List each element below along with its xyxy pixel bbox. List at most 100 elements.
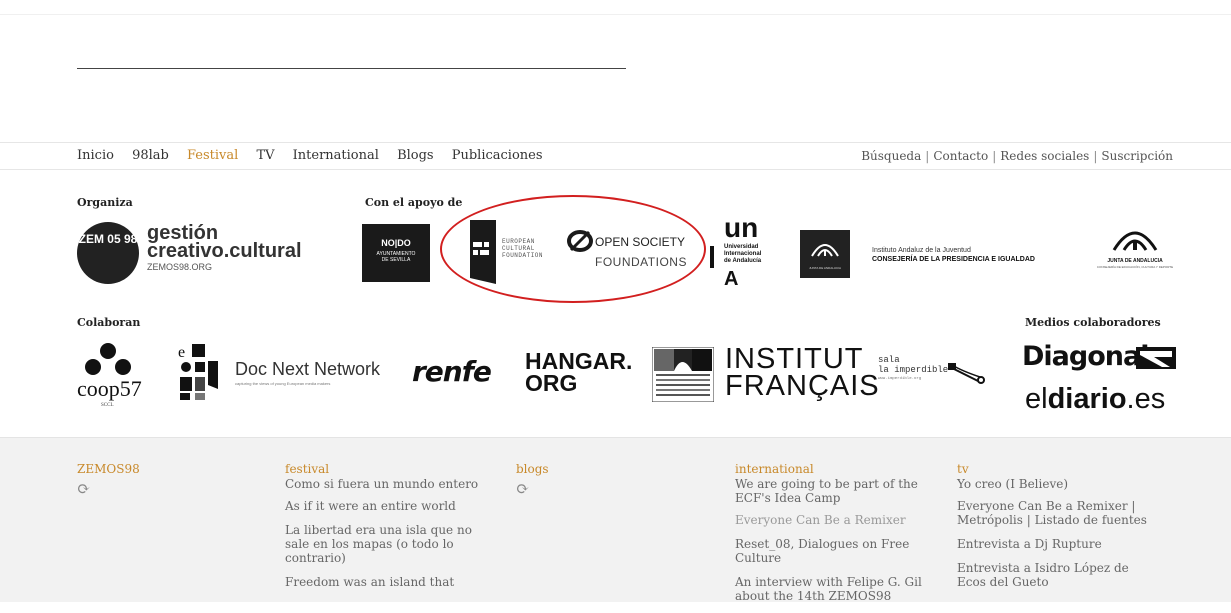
footer-heading-zemos98[interactable]: ZEMOS98 xyxy=(77,462,227,476)
footer-link[interactable]: Entrevista a Isidro López de Ecos del Gu… xyxy=(957,561,1152,589)
nav-item-publicaciones[interactable]: Publicaciones xyxy=(452,148,543,163)
hangar-line2: ORG xyxy=(525,370,578,396)
coop-dot-icon xyxy=(85,359,101,375)
footer-heading-international[interactable]: international xyxy=(735,462,930,476)
unia-letter: A xyxy=(724,268,739,290)
junta-arch-icon xyxy=(811,244,839,257)
nav-item-tv[interactable]: TV xyxy=(256,148,274,163)
eldiario-diario: diario xyxy=(1047,383,1127,415)
zemos-badge: ZEM 05 98 xyxy=(77,222,139,284)
diagonal-flag-icon xyxy=(1136,347,1176,369)
footer-col-tv: tv Yo creo (I Believe) Everyone Can Be a… xyxy=(957,462,1152,599)
refresh-icon[interactable]: ⟳ xyxy=(516,481,666,497)
instituto-line2: CONSEJERÍA DE LA PRESIDENCIA E IGUALDAD xyxy=(872,256,1035,263)
instituto-logo[interactable]: Instituto Andaluz de la Juventud CONSEJE… xyxy=(872,247,1072,273)
nav-item-inicio[interactable]: Inicio xyxy=(77,148,114,163)
institut-francais-logo[interactable]: INSTITUT FRANÇAIS xyxy=(725,343,880,402)
footer-link[interactable]: An interview with Felipe G. Gil about th… xyxy=(735,575,930,603)
unia-line1: Universidad xyxy=(724,244,759,250)
footer-link[interactable]: Everyone Can Be a Remixer xyxy=(735,513,930,527)
top-divider xyxy=(0,14,1231,15)
nav-item-blogs[interactable]: Blogs xyxy=(397,148,434,163)
hangar-line1: HANGAR. xyxy=(525,348,633,374)
nodo-line1: NO|DO xyxy=(381,238,411,248)
footer-col-festival: festival Como si fuera un mundo entero A… xyxy=(285,462,480,599)
eldiario-el: el xyxy=(1025,383,1048,415)
zemos98-logo[interactable]: ZEM 05 98 gestión creativo.cultural ZEMO… xyxy=(77,222,302,284)
main-nav: Inicio 98lab Festival TV International B… xyxy=(0,142,1231,170)
redes-sociales-link[interactable]: Redes sociales xyxy=(1000,149,1089,163)
imperdible-logo[interactable]: sala la imperdible www.imperdible.org xyxy=(878,355,988,395)
docnext-text: Doc Next Network xyxy=(235,359,381,379)
nav-right: Búsqueda | Contacto | Redes sociales | Suscrip… xyxy=(861,149,1173,163)
renfe-logo[interactable]: renfe xyxy=(412,355,507,391)
highlight-ellipse xyxy=(440,195,706,303)
nav-left: Inicio 98lab Festival TV International B… xyxy=(77,148,557,163)
footer-heading-tv[interactable]: tv xyxy=(957,462,1152,476)
junta-small-text: JUNTA DE ANDALUCIA xyxy=(808,266,842,270)
footer-link[interactable]: Yo creo (I Believe) xyxy=(957,477,1152,491)
docnext-logo[interactable]: e Doc Next Network capturing the views o… xyxy=(178,343,393,403)
separator: | xyxy=(925,149,930,163)
contacto-link[interactable]: Contacto xyxy=(933,149,988,163)
diagonal-text: Diagonal xyxy=(1022,341,1149,372)
nav-item-festival[interactable]: Festival xyxy=(187,148,238,163)
suscripcion-link[interactable]: Suscripción xyxy=(1101,149,1173,163)
footer-link[interactable]: Reset_08, Dialogues on Free Culture xyxy=(735,537,930,565)
institut-line1: INSTITUT xyxy=(725,343,864,375)
separator: | xyxy=(1093,149,1098,163)
footer-link[interactable]: Como si fuera un mundo entero xyxy=(285,477,480,491)
eldiario-es: .es xyxy=(1126,383,1166,415)
footer-link[interactable]: Entrevista a Dj Rupture xyxy=(957,537,1152,551)
footer-link[interactable]: La libertad era una isla que no sale en … xyxy=(285,523,480,565)
section-colaboran: Colaboran xyxy=(77,316,141,329)
footer-link[interactable]: We are going to be part of the ECF's Ide… xyxy=(735,477,930,505)
refresh-icon[interactable]: ⟳ xyxy=(77,481,227,497)
footer-col-zemos98: ZEMOS98 ⟳ xyxy=(77,462,227,497)
diagonal-logo[interactable]: Diagonal xyxy=(1022,341,1177,375)
unia-logo[interactable]: un Universidad Internacional de Andalucí… xyxy=(710,212,780,290)
coop-sub: SCCL xyxy=(101,403,114,408)
junta-line2: CONSEJERÍA DE EDUCACIÓN, CULTURA Y DEPOR… xyxy=(1096,265,1174,269)
hangar-logo[interactable]: HANGAR. ORG xyxy=(525,350,635,400)
footer-col-blogs: blogs ⟳ xyxy=(516,462,666,497)
section-organiza: Organiza xyxy=(77,196,133,209)
republique-francaise-logo[interactable] xyxy=(651,346,715,403)
footer: ZEMOS98 ⟳ festival Como si fuera un mund… xyxy=(0,437,1231,603)
section-medios: Medios colaboradores xyxy=(1025,316,1161,329)
unia-line2: Internacional xyxy=(724,251,762,257)
coop-dot-icon xyxy=(115,359,131,375)
footer-heading-blogs[interactable]: blogs xyxy=(516,462,666,476)
unia-line3: de Andalucía xyxy=(724,258,762,264)
zemos-line2: creativo.cultural xyxy=(147,240,302,262)
instituto-line1: Instituto Andaluz de la Juventud xyxy=(872,247,971,254)
footer-col-international: international We are going to be part of… xyxy=(735,462,930,613)
busqueda-link[interactable]: Búsqueda xyxy=(861,149,921,163)
junta-logo[interactable]: JUNTA DE ANDALUCIA CONSEJERÍA DE EDUCACI… xyxy=(1090,222,1180,282)
coop-text: coop57 xyxy=(77,376,142,401)
svg-text:e: e xyxy=(178,344,185,361)
marianne-emblem-icon xyxy=(651,346,715,403)
separator: | xyxy=(992,149,997,163)
eldiario-logo[interactable]: eldiario.es xyxy=(1025,383,1185,419)
docnext-sub: capturing the views of young European me… xyxy=(235,381,331,386)
horizontal-rule xyxy=(77,68,626,69)
unia-big: un xyxy=(724,212,759,243)
nav-item-98lab[interactable]: 98lab xyxy=(132,148,169,163)
junta-small-logo[interactable]: JUNTA DE ANDALUCIA xyxy=(800,230,850,278)
coop57-logo[interactable]: coop57 SCCL xyxy=(77,343,159,413)
nav-item-international[interactable]: International xyxy=(293,148,379,163)
section-apoyo: Con el apoyo de xyxy=(365,196,463,209)
nodo-logo[interactable]: NO|DO AYUNTAMIENTO DE SEVILLA xyxy=(362,224,430,282)
unia-bar xyxy=(710,246,714,268)
footer-link[interactable]: Freedom was an island that xyxy=(285,575,480,589)
footer-link[interactable]: As if it were an entire world xyxy=(285,499,480,513)
footer-heading-festival[interactable]: festival xyxy=(285,462,480,476)
zemos-line3: ZEMOS98.ORG xyxy=(147,262,213,272)
docnext-mark-icon: e xyxy=(178,344,218,400)
junta-arch-icon xyxy=(1112,231,1158,251)
institut-line2: FRANÇAIS xyxy=(725,370,880,402)
safety-pin-icon xyxy=(948,363,985,384)
junta-line1: JUNTA DE ANDALUCIA xyxy=(1107,258,1163,264)
footer-link[interactable]: Everyone Can Be a Remixer | Metrópolis |… xyxy=(957,499,1152,527)
